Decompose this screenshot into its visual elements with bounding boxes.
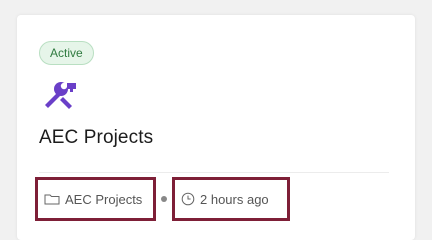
card-divider [39,172,389,173]
updated-time: 2 hours ago [172,177,290,221]
project-card[interactable]: Active AEC Projects AEC Projects 2 hours… [17,15,415,240]
updated-label: 2 hours ago [200,191,269,207]
clock-icon [181,192,195,206]
status-badge: Active [39,41,94,65]
tools-icon [45,82,76,109]
folder-icon [44,194,60,205]
card-meta: AEC Projects 2 hours ago [35,177,290,221]
card-title: AEC Projects [39,127,154,148]
separator-dot [161,196,167,202]
folder-label: AEC Projects [65,191,143,207]
folder-link[interactable]: AEC Projects [35,177,156,221]
